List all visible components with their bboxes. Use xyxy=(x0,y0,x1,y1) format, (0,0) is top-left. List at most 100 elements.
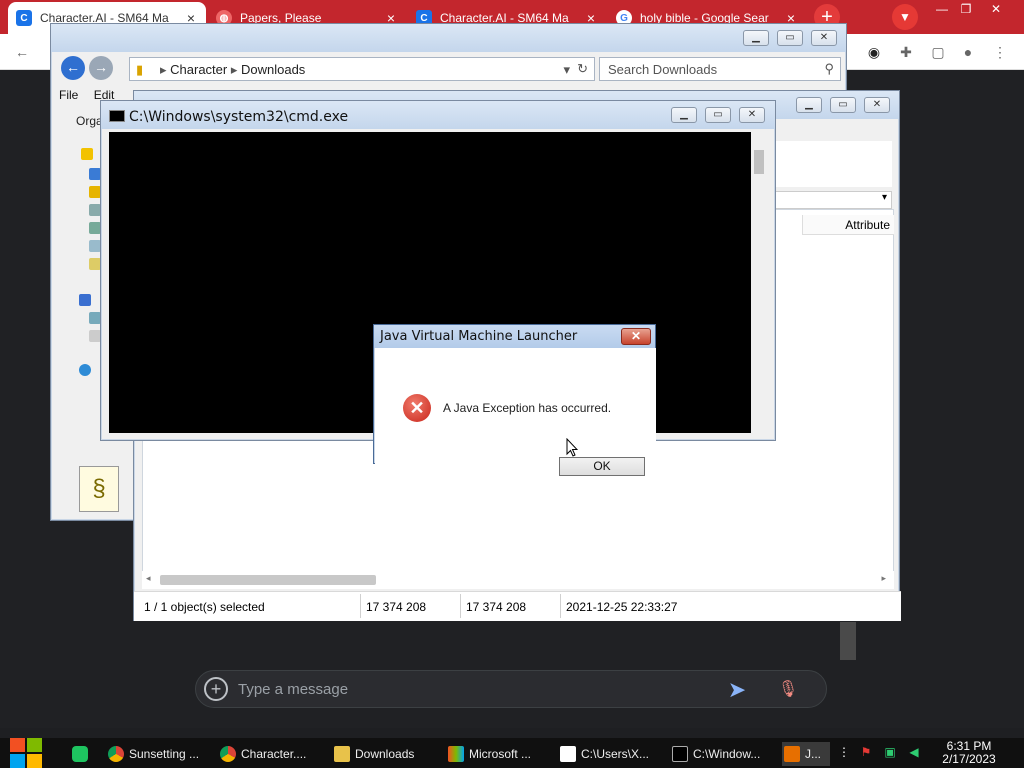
horizontal-scrollbar[interactable]: ◂ ▸ xyxy=(142,571,894,589)
taskbar: Sunsetting ... Character.... Downloads M… xyxy=(0,738,1024,768)
taskbar-label: C:\Window... xyxy=(693,747,761,761)
taskbar-item-cmd[interactable]: C:\Window... xyxy=(672,742,772,766)
clock-date: 2/17/2023 xyxy=(942,752,996,766)
add-attachment-icon[interactable]: + xyxy=(204,677,228,701)
vertical-scrollbar[interactable] xyxy=(751,132,768,433)
taskbar-item-java[interactable]: J... xyxy=(782,742,830,766)
taskbar-label: Microsoft ... xyxy=(469,747,532,761)
taskbar-label: Character.... xyxy=(241,747,307,761)
java-icon xyxy=(784,746,800,762)
taskbar-item-microsoft[interactable]: Microsoft ... xyxy=(448,742,548,766)
scrollbar-thumb[interactable] xyxy=(160,575,376,585)
taskbar-label: J... xyxy=(805,747,822,761)
minimize-icon[interactable]: ▁ xyxy=(796,97,822,113)
minimize-icon[interactable]: ▁ xyxy=(743,30,769,46)
mic-muted-icon[interactable]: 🎙 xyxy=(776,677,800,703)
status-divider xyxy=(460,594,461,618)
status-modified: 2021-12-25 22:33:27 xyxy=(566,600,678,614)
dialog-body: ✕ A Java Exception has occurred. OK xyxy=(375,348,656,476)
folder-icon xyxy=(334,746,350,762)
back-arrow-icon[interactable]: ← xyxy=(12,42,32,62)
system-clock[interactable]: 6:31 PM 2/17/2023 xyxy=(930,740,1008,766)
chevron-down-icon[interactable]: ▾ xyxy=(563,62,570,78)
restore-icon[interactable]: ▭ xyxy=(777,30,803,46)
restore-icon[interactable]: ▭ xyxy=(830,97,856,113)
network-icon[interactable] xyxy=(79,364,91,376)
search-input[interactable]: Search Downloads ⚲ xyxy=(599,57,841,81)
taskbar-item-sunsetting[interactable]: Sunsetting ... xyxy=(108,742,208,766)
path-combo-chevron-icon[interactable]: ▾ xyxy=(774,191,892,209)
status-bar: 1 / 1 object(s) selected 17 374 208 17 3… xyxy=(134,591,901,621)
extension-icon[interactable]: ◉ xyxy=(864,42,884,62)
mouse-cursor-icon xyxy=(566,438,578,457)
scroll-right-icon[interactable]: ▸ xyxy=(881,573,886,584)
computer-icon[interactable] xyxy=(79,294,91,306)
start-button[interactable] xyxy=(10,738,44,768)
script-file-icon[interactable]: § xyxy=(79,466,119,512)
search-placeholder: Search Downloads xyxy=(608,62,718,77)
back-arrow-icon[interactable]: ← xyxy=(61,56,85,80)
message-input[interactable]: Type a message xyxy=(238,681,348,698)
toolbar-area xyxy=(774,141,892,187)
close-icon[interactable]: ✕ xyxy=(984,2,1008,16)
scroll-left-icon[interactable]: ◂ xyxy=(146,573,151,584)
send-icon[interactable]: ➤ xyxy=(724,677,750,703)
office-icon xyxy=(448,746,464,762)
cmd-title-text: C:\Windows\system32\cmd.exe xyxy=(129,109,349,125)
restore-icon[interactable]: ▭ xyxy=(705,107,731,123)
message-composer: + Type a message ➤ 🎙 xyxy=(195,670,827,708)
taskbar-item-7zip[interactable]: C:\Users\X... xyxy=(560,742,660,766)
breadcrumb-character[interactable]: Character xyxy=(170,62,227,77)
menu-file[interactable]: File xyxy=(59,88,78,102)
taskbar-label: Sunsetting ... xyxy=(129,747,200,761)
dialog-title: Java Virtual Machine Launcher xyxy=(374,325,655,348)
overflow-menu-icon[interactable]: ⋮ xyxy=(836,744,852,760)
chrome-icon xyxy=(108,746,124,762)
forward-arrow-icon[interactable]: → xyxy=(89,56,113,80)
explorer-titlebar xyxy=(51,24,846,52)
tab-search-chevron-icon[interactable]: ▼ xyxy=(892,4,918,30)
cmd-icon xyxy=(672,746,688,762)
close-icon[interactable]: ✕ xyxy=(811,30,837,46)
scrollbar-thumb[interactable] xyxy=(754,150,764,174)
status-size: 17 374 208 xyxy=(366,600,427,614)
status-divider xyxy=(360,594,361,618)
address-bar[interactable]: ▮ ▸ Character ▸ Downloads ▾ ↻ xyxy=(129,57,595,81)
7zip-icon xyxy=(560,746,576,762)
restore-icon[interactable]: ❐ xyxy=(954,2,978,16)
menu-kebab-icon[interactable]: ⋮ xyxy=(990,42,1010,62)
error-icon: ✕ xyxy=(403,394,431,422)
favorites-star-icon[interactable] xyxy=(81,148,93,160)
flag-icon[interactable]: ⚑ xyxy=(858,744,874,760)
close-icon[interactable]: ✕ xyxy=(739,107,765,123)
breadcrumb-downloads[interactable]: Downloads xyxy=(241,62,305,77)
ok-button[interactable]: OK xyxy=(559,457,645,476)
minimize-icon[interactable]: ▁ xyxy=(671,107,697,123)
taskbar-label: C:\Users\X... xyxy=(581,747,650,761)
sidepanel-icon[interactable]: ▢ xyxy=(928,42,948,62)
refresh-icon[interactable]: ↻ xyxy=(577,61,588,77)
taskbar-item-character[interactable]: Character.... xyxy=(220,742,320,766)
puzzle-icon[interactable]: ✚ xyxy=(896,42,916,62)
organize-button[interactable]: Orga xyxy=(76,114,103,128)
status-divider xyxy=(560,594,561,618)
taskbar-item-downloads[interactable]: Downloads xyxy=(334,742,434,766)
status-selected: 1 / 1 object(s) selected xyxy=(144,600,265,614)
chrome-icon xyxy=(220,746,236,762)
network-icon[interactable]: ▣ xyxy=(882,744,898,760)
chat-app-icon[interactable] xyxy=(72,742,92,766)
profile-icon[interactable]: ● xyxy=(958,42,978,62)
minimize-icon[interactable]: — xyxy=(930,2,954,16)
character-ai-icon: C xyxy=(16,10,32,26)
page-scrollbar[interactable] xyxy=(840,622,856,660)
volume-icon[interactable]: ◀ xyxy=(906,744,922,760)
java-error-dialog: Java Virtual Machine Launcher ✕ ✕ A Java… xyxy=(373,324,656,476)
close-icon[interactable]: ✕ xyxy=(864,97,890,113)
folder-icon: ▮ xyxy=(136,62,144,77)
column-header-attributes[interactable]: Attribute xyxy=(802,215,894,235)
taskbar-label: Downloads xyxy=(355,747,415,761)
search-icon: ⚲ xyxy=(824,61,834,76)
dialog-close-button[interactable]: ✕ xyxy=(621,328,651,345)
dialog-message: A Java Exception has occurred. xyxy=(443,401,612,415)
cmd-title: C:\Windows\system32\cmd.exe xyxy=(109,109,348,125)
